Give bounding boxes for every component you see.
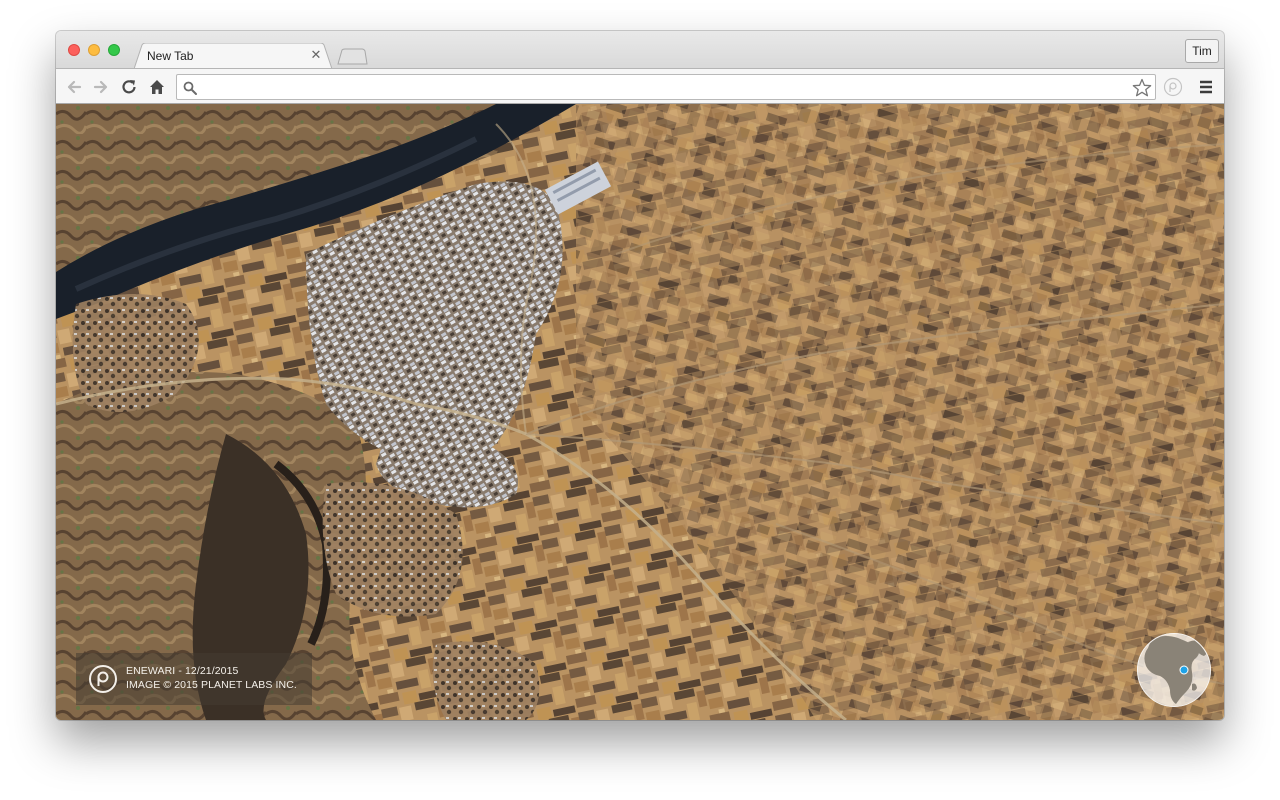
browser-window: New Tab ✕ Tim ENEWARI - 12/21/2015 IMAGE…	[56, 31, 1224, 720]
home-icon[interactable]	[147, 77, 167, 97]
back-arrow-icon[interactable]	[64, 77, 84, 97]
reload-icon[interactable]	[119, 77, 139, 97]
address-input[interactable]	[203, 78, 1123, 96]
address-bar[interactable]	[176, 74, 1156, 100]
minimize-window-button[interactable]	[88, 44, 100, 56]
satellite-image	[56, 104, 1224, 720]
tab-strip: New Tab ✕ Tim	[56, 31, 1224, 69]
search-icon	[183, 81, 197, 95]
tab-title: New Tab	[147, 49, 194, 63]
star-icon[interactable]	[1131, 77, 1153, 99]
planet-extension-icon[interactable]	[1163, 77, 1183, 97]
zoom-window-button[interactable]	[108, 44, 120, 56]
satellite-view: ENEWARI - 12/21/2015 IMAGE © 2015 PLANET…	[56, 104, 1224, 720]
close-window-button[interactable]	[68, 44, 80, 56]
toolbar	[56, 68, 1224, 104]
caption-credit: IMAGE © 2015 PLANET LABS INC.	[126, 679, 297, 691]
caption-location-date: ENEWARI - 12/21/2015	[126, 665, 239, 677]
close-icon[interactable]: ✕	[310, 47, 322, 63]
globe-location-icon[interactable]	[1136, 632, 1212, 708]
new-tab-icon[interactable]	[336, 48, 368, 65]
forward-arrow-icon[interactable]	[91, 77, 111, 97]
image-caption: ENEWARI - 12/21/2015 IMAGE © 2015 PLANET…	[76, 653, 312, 705]
profile-button[interactable]: Tim	[1185, 39, 1219, 63]
planet-logo-icon	[89, 665, 117, 693]
hamburger-menu-icon[interactable]	[1196, 77, 1216, 97]
